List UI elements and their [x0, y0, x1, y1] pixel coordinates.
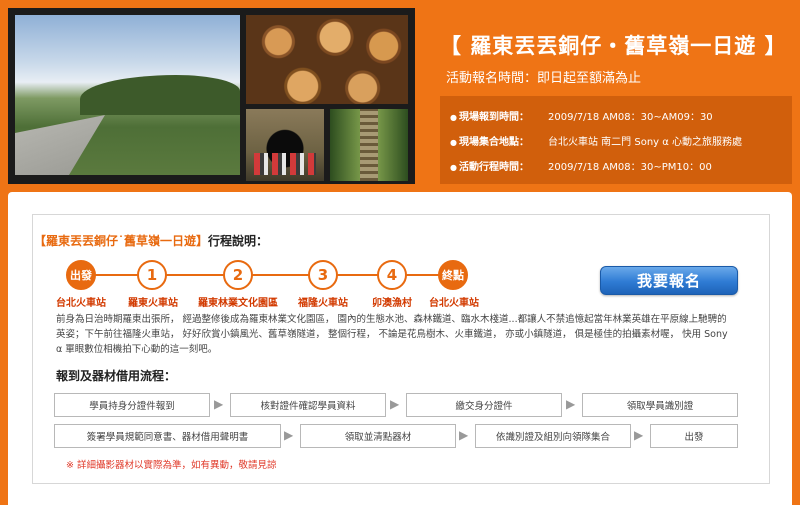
tunnel-cyclists-photo — [246, 109, 324, 181]
stacked-logs-photo — [246, 15, 408, 104]
flow-step: 繳交身分證件 — [406, 393, 562, 417]
flow-step: 出發 — [650, 424, 738, 448]
flow-step: 簽署學員規範同意書、器材借用聲明書 — [54, 424, 281, 448]
info-row-checkin: ● 現場報到時間： 2009/7/18 AM08：30~AM09：30 — [440, 103, 792, 128]
flow-step: 核對證件確認學員資料 — [230, 393, 386, 417]
process-title: 報到及器材借用流程： — [56, 369, 177, 383]
info-value: 2009/7/18 AM08：30~PM10：00 — [548, 162, 712, 173]
arrow-right-icon: ▶ — [284, 428, 294, 442]
itinerary-title-suffix: 行程說明： — [208, 234, 269, 248]
arrow-right-icon: ▶ — [634, 428, 644, 442]
step-label-4: 卯澳漁村 — [372, 298, 412, 309]
page-title: 【 羅東丟丟銅仔・舊草嶺一日遊 】 — [440, 34, 787, 58]
arrow-right-icon: ▶ — [566, 397, 576, 411]
step-badge-4: 4 — [377, 260, 407, 290]
info-value: 台北火車站 南二門 Sony α 心動之旅服務處 — [548, 137, 743, 148]
bullet-icon: ● — [450, 113, 457, 122]
step-label-start: 台北火車站 — [56, 298, 106, 309]
step-badge-3: 3 — [308, 260, 338, 290]
railway-path-photo — [15, 15, 240, 175]
bullet-icon: ● — [450, 163, 457, 172]
step-badge-end: 終點 — [438, 260, 468, 290]
step-badge-2: 2 — [223, 260, 253, 290]
arrow-right-icon: ▶ — [390, 397, 400, 411]
info-row-meeting-point: ● 現場集合地點： 台北火車站 南二門 Sony α 心動之旅服務處 — [440, 128, 792, 153]
signup-button[interactable]: 我要報名 — [600, 266, 738, 295]
step-label-3: 福隆火車站 — [298, 298, 348, 309]
flow-step: 學員持身分證件報到 — [54, 393, 210, 417]
arrow-right-icon: ▶ — [459, 428, 469, 442]
info-label: 現場集合地點： — [458, 137, 529, 148]
bullet-icon: ● — [450, 138, 457, 147]
forest-rail-photo — [330, 109, 408, 181]
step-label-end: 台北火車站 — [429, 298, 479, 309]
arrow-right-icon: ▶ — [214, 397, 224, 411]
event-info-box: ● 現場報到時間： 2009/7/18 AM08：30~AM09：30 ● 現場集合… — [440, 96, 792, 184]
step-badge-start: 出發 — [66, 260, 96, 290]
header: 【 羅東丟丟銅仔・舊草嶺一日遊 】 活動報名時間：即日起至額滿為止 — [440, 30, 787, 86]
step-label-1: 羅東火車站 — [128, 298, 178, 309]
flow-step: 領取並清點器材 — [300, 424, 456, 448]
flow-step: 領取學員識別證 — [582, 393, 738, 417]
info-label: 活動行程時間： — [458, 162, 529, 173]
content-panel: 【羅東丟丟銅仔˙舊草嶺一日遊】行程說明： 出發 1 2 3 4 終點 台北火車站… — [8, 192, 792, 505]
registration-time: 活動報名時間：即日起至額滿為止 — [446, 71, 642, 86]
info-row-schedule: ● 活動行程時間： 2009/7/18 AM08：30~PM10：00 — [440, 153, 792, 178]
itinerary-title: 【羅東丟丟銅仔˙舊草嶺一日遊】行程說明： — [34, 232, 268, 249]
photo-collage — [8, 8, 415, 184]
step-label-2: 羅東林業文化園區 — [198, 298, 278, 309]
flow-step: 依識別證及組別向領隊集合 — [475, 424, 631, 448]
itinerary-description: 前身為日治時期羅東出張所， 經過整修後成為羅東林業文化園區， 園內的生態水池、森… — [56, 314, 728, 355]
info-value: 2009/7/18 AM08：30~AM09：30 — [548, 112, 713, 123]
info-label: 現場報到時間： — [458, 112, 529, 123]
step-badge-1: 1 — [137, 260, 167, 290]
itinerary-title-highlight: 【羅東丟丟銅仔˙舊草嶺一日遊】 — [34, 234, 209, 248]
equipment-note: ※ 詳細攝影器材以實際為準，如有異動，敬請見諒 — [66, 460, 277, 471]
